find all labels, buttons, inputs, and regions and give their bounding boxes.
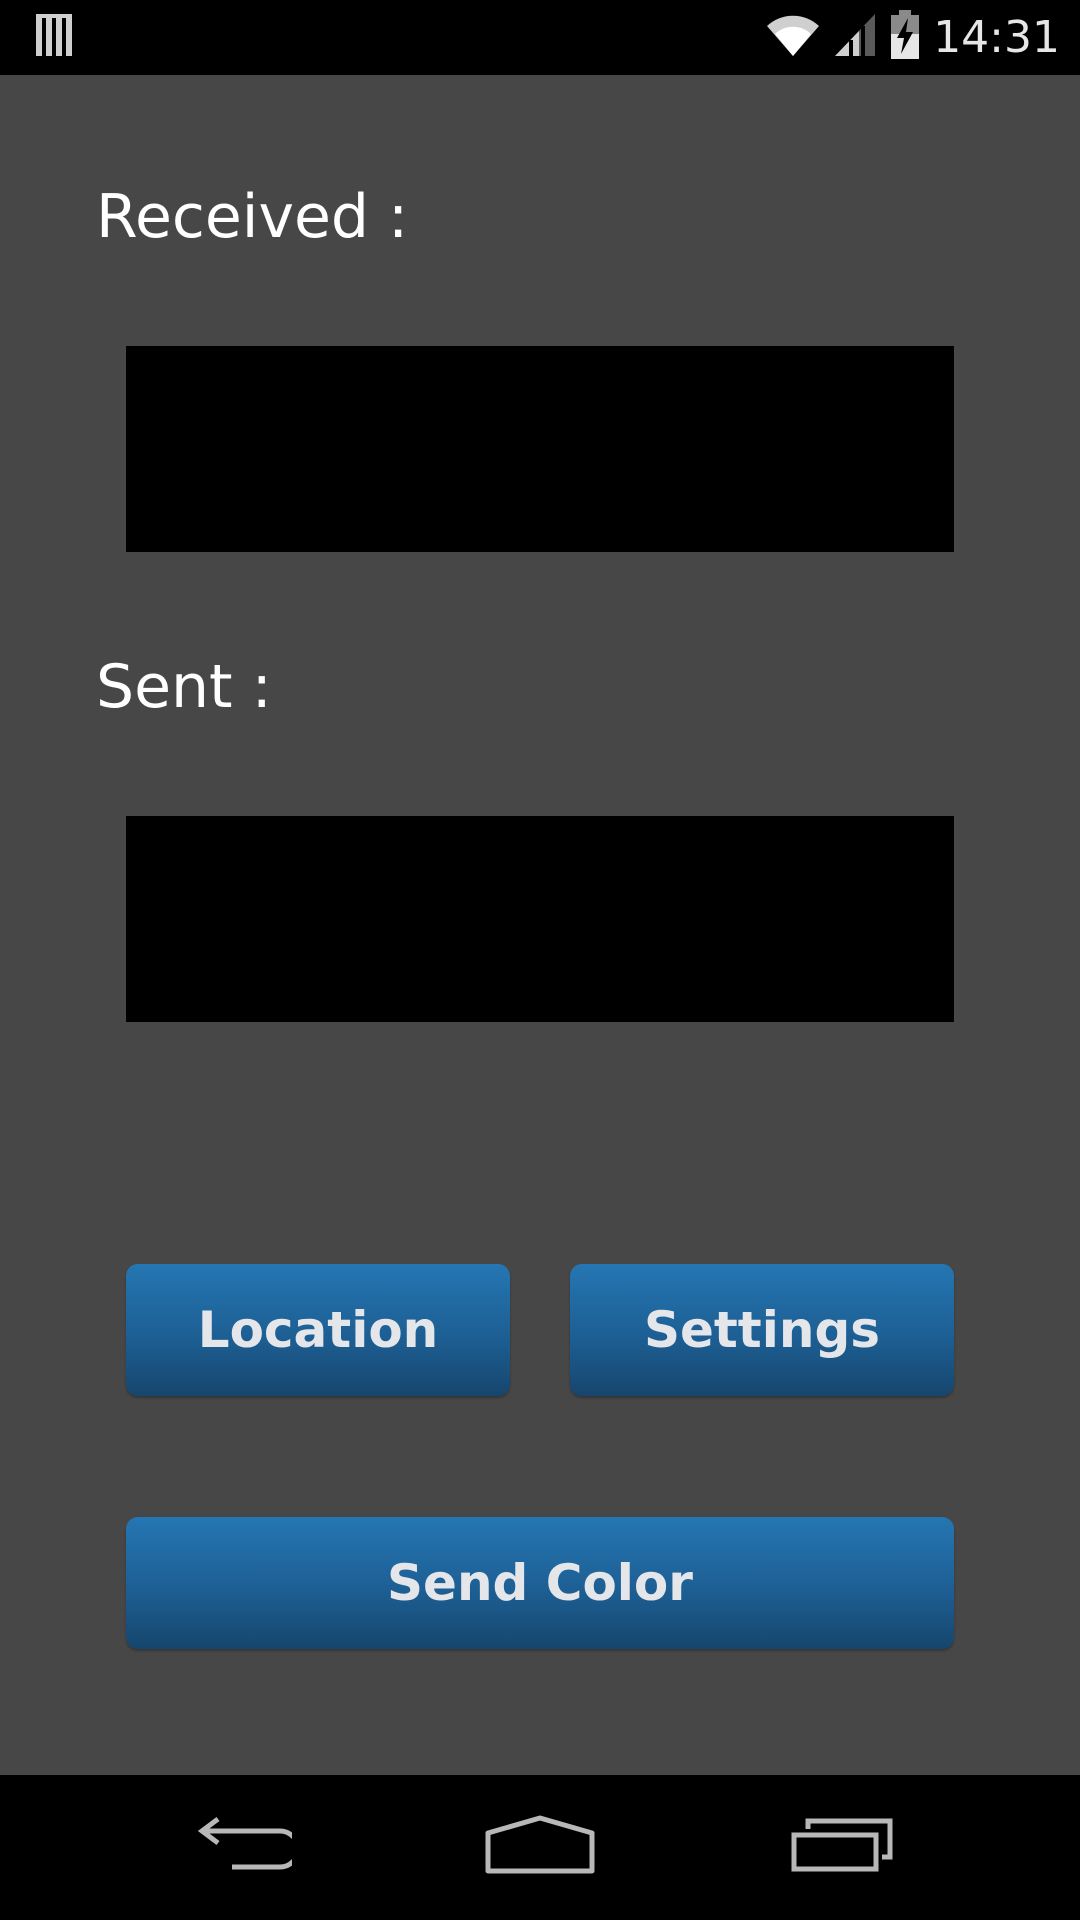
received-color-swatch <box>126 346 954 552</box>
settings-button[interactable]: Settings <box>570 1264 954 1396</box>
location-button[interactable]: Location <box>126 1264 510 1396</box>
status-time: 14:31 <box>933 12 1060 63</box>
main-content: Received : Sent : Location Settings Send… <box>0 75 1080 1775</box>
location-button-label: Location <box>197 1301 439 1359</box>
signal-icon <box>833 12 877 63</box>
notification-icon <box>36 14 72 63</box>
recent-apps-button[interactable] <box>742 1775 942 1920</box>
received-label: Received : <box>96 182 409 252</box>
back-button[interactable] <box>140 1775 340 1920</box>
battery-charging-icon <box>889 10 921 65</box>
navigation-bar <box>0 1775 1080 1920</box>
sent-color-swatch <box>126 816 954 1022</box>
app-screen: 14:31 Received : Sent : Location Setting… <box>0 0 1080 1920</box>
wifi-icon <box>765 12 821 63</box>
home-icon <box>484 1815 596 1880</box>
recent-apps-icon <box>790 1817 894 1878</box>
status-bar: 14:31 <box>0 0 1080 75</box>
sent-label: Sent : <box>96 652 272 722</box>
settings-button-label: Settings <box>643 1301 880 1359</box>
send-color-button[interactable]: Send Color <box>126 1517 954 1649</box>
back-icon <box>188 1817 301 1878</box>
home-button[interactable] <box>440 1775 640 1920</box>
send-color-button-label: Send Color <box>387 1554 693 1612</box>
